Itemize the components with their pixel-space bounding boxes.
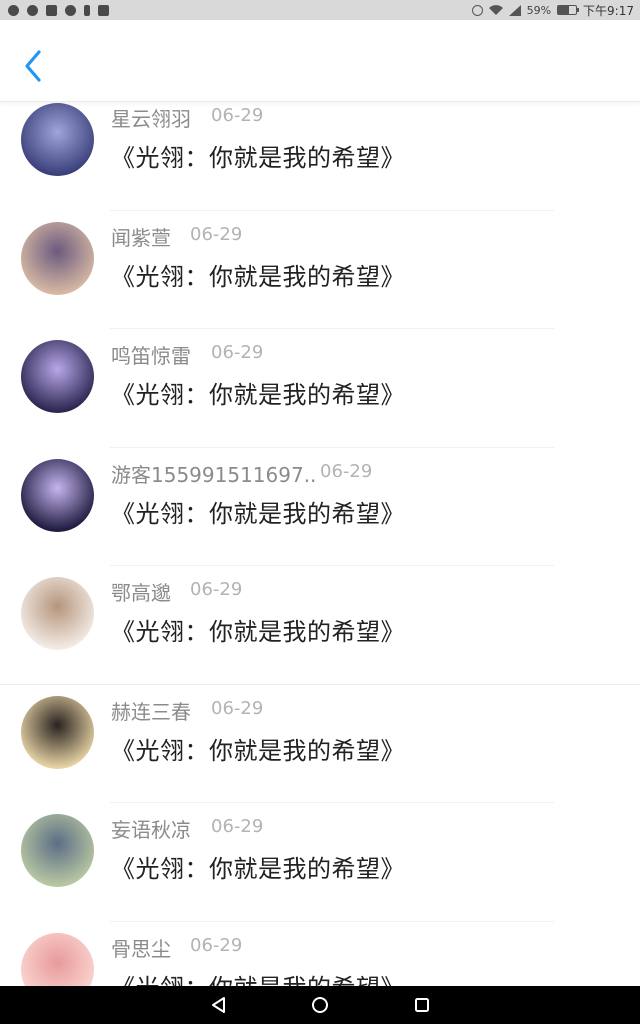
circle-home-icon[interactable] — [310, 995, 330, 1015]
username[interactable]: 鸣笛惊雷 — [111, 340, 191, 369]
avatar[interactable] — [21, 340, 94, 413]
navigation-bar — [0, 986, 640, 1024]
comment-text: 《光翎：你就是我的希望》 — [111, 144, 405, 172]
triangle-back-icon[interactable] — [209, 995, 229, 1015]
comment-date: 06-29 — [190, 579, 243, 600]
comment-text: 《光翎：你就是我的希望》 — [111, 618, 405, 646]
comment-item[interactable]: 星云翎羽 06-29 《光翎：你就是我的希望》 — [0, 92, 640, 211]
avatar[interactable] — [21, 458, 94, 532]
username[interactable]: 妄语秋凉 — [111, 814, 191, 843]
signal-icon — [508, 4, 521, 16]
status-bar: 59% 下午9:17 — [0, 0, 640, 20]
avatar[interactable] — [21, 814, 94, 887]
username[interactable]: 骨思尘 — [111, 933, 171, 962]
comment-text: 《光翎：你就是我的希望》 — [111, 262, 405, 291]
comment-list: 星云翎羽 06-29 《光翎：你就是我的希望》 闻紫萱 06-29 《光翎：你就是我的希望… — [0, 92, 640, 1024]
chevron-left-icon[interactable] — [18, 48, 48, 84]
download-icon — [84, 4, 90, 16]
avatar[interactable] — [21, 695, 94, 769]
comment-text: 《光翎：你就是我的希望》 — [111, 381, 405, 409]
comment-date: 06-29 — [211, 342, 264, 363]
comment-text: 《光翎：你就是我的希望》 — [111, 855, 405, 883]
battery-icon — [557, 5, 580, 15]
wifi-icon — [488, 4, 503, 15]
comment-date: 06-29 — [211, 697, 264, 719]
comment-date: 06-29 — [190, 934, 243, 956]
avatar[interactable] — [21, 577, 94, 650]
status-system-icons: 59% 下午9:17 — [471, 2, 634, 19]
status-notification-icons — [8, 4, 109, 16]
app-icon — [98, 4, 109, 16]
comment-text: 《光翎：你就是我的希望》 — [111, 499, 405, 528]
username[interactable]: 游客155991511697.. — [111, 459, 316, 488]
square-recents-icon[interactable] — [412, 995, 432, 1015]
username[interactable]: 闻紫萱 — [111, 222, 171, 251]
clock: 下午9:17 — [583, 3, 634, 18]
sync-icon — [27, 4, 38, 16]
comment-item[interactable]: 妄语秋凉 06-29 《光翎：你就是我的希望》 — [0, 803, 640, 922]
alarm-icon — [471, 4, 483, 16]
comment-date: 06-29 — [320, 460, 373, 482]
image-icon — [46, 4, 57, 16]
comment-item[interactable]: 鄂高邈 06-29 《光翎：你就是我的希望》 — [0, 566, 640, 685]
header-bar — [0, 20, 640, 102]
comment-date: 06-29 — [190, 223, 243, 245]
battery-percent: 59% — [526, 3, 552, 17]
comment-item[interactable]: 游客155991511697.. 06-29 《光翎：你就是我的希望》 — [0, 448, 640, 566]
avatar[interactable] — [21, 221, 94, 295]
comment-item[interactable]: 闻紫萱 06-29 《光翎：你就是我的希望》 — [0, 211, 640, 329]
avatar[interactable] — [21, 103, 94, 176]
notification-icon — [8, 4, 19, 16]
comment-text: 《光翎：你就是我的希望》 — [111, 736, 405, 765]
username[interactable]: 赫连三春 — [111, 696, 191, 725]
comment-date: 06-29 — [211, 105, 264, 126]
comment-item[interactable]: 鸣笛惊雷 06-29 《光翎：你就是我的希望》 — [0, 329, 640, 448]
comment-date: 06-29 — [211, 816, 264, 837]
username[interactable]: 鄂高邈 — [111, 577, 171, 606]
username[interactable]: 星云翎羽 — [111, 103, 191, 132]
qq-icon — [65, 4, 76, 16]
comment-item[interactable]: 赫连三春 06-29 《光翎：你就是我的希望》 — [0, 685, 640, 803]
